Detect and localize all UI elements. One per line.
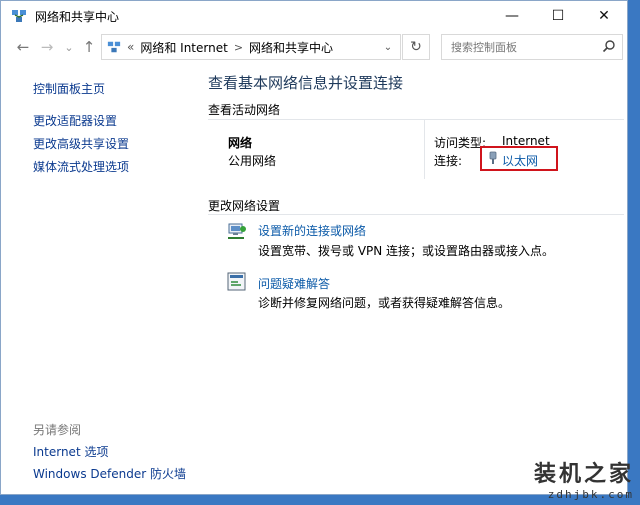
network-name: 网络 [228, 136, 253, 150]
forward-arrow-icon[interactable]: → [37, 37, 57, 57]
sidebar-link-internet-options[interactable]: Internet 选项 [33, 443, 108, 460]
search-box[interactable] [441, 34, 623, 60]
minimize-button[interactable]: — [489, 1, 535, 31]
refresh-button[interactable]: ↻ [402, 34, 430, 60]
ethernet-icon[interactable] [488, 151, 498, 165]
breadcrumb-network-sharing-center[interactable]: 网络和共享中心 [249, 39, 333, 56]
recent-locations-chevron-icon[interactable]: ⌄ [59, 37, 79, 57]
control-panel-icon [107, 41, 121, 53]
navigation-bar: ← → ⌄ ↑ « 网络和 Internet > 网络和共享中心 ⌄ ↻ [1, 33, 627, 61]
network-profile: 公用网络 [228, 154, 277, 168]
search-icon[interactable] [602, 39, 616, 53]
active-networks-label: 查看活动网络 [208, 103, 281, 117]
maximize-button[interactable]: ☐ [535, 1, 581, 31]
sidebar-link-windows-defender-firewall[interactable]: Windows Defender 防火墙 [33, 465, 186, 482]
connections-label: 连接: [434, 154, 463, 168]
see-also-label: 另请参阅 [33, 423, 82, 437]
main-content: 查看基本网络信息并设置连接 查看活动网络 网络 公用网络 访问类型: Inter… [197, 67, 627, 494]
sidebar-link-advanced-sharing-settings[interactable]: 更改高级共享设置 [33, 135, 129, 152]
new-connection-icon [228, 223, 246, 239]
access-type-label: 访问类型: [434, 136, 487, 150]
sidebar-link-media-streaming-options[interactable]: 媒体流式处理选项 [33, 158, 129, 175]
network-info-divider [424, 119, 425, 179]
sidebar: 控制面板主页 更改适配器设置 更改高级共享设置 媒体流式处理选项 另请参阅 In… [1, 67, 197, 494]
breadcrumb-network-internet[interactable]: 网络和 Internet [140, 39, 227, 56]
close-button[interactable]: ✕ [581, 1, 627, 31]
active-networks-divider [208, 119, 624, 120]
address-bar[interactable]: « 网络和 Internet > 网络和共享中心 [101, 34, 401, 60]
change-network-settings-label: 更改网络设置 [208, 199, 281, 213]
troubleshoot-icon [227, 272, 246, 291]
title-bar: 网络和共享中心 — ☐ ✕ [1, 1, 627, 31]
search-input[interactable] [449, 39, 603, 55]
setup-new-connection-description: 设置宽带、拨号或 VPN 连接；或设置路由器或接入点。 [258, 244, 555, 258]
watermark-brand: 装机之家 [533, 461, 634, 487]
sidebar-link-change-adapter-settings[interactable]: 更改适配器设置 [33, 112, 117, 129]
troubleshoot-problems-link[interactable]: 问题疑难解答 [258, 275, 330, 292]
address-dropdown-icon[interactable]: ⌄ [376, 34, 400, 60]
up-arrow-icon[interactable]: ↑ [79, 37, 99, 57]
change-settings-divider [208, 214, 624, 215]
watermark: 装机之家 zdhjbk.com [534, 456, 634, 501]
page-heading: 查看基本网络信息并设置连接 [208, 74, 404, 92]
breadcrumb-separator-icon[interactable]: > [234, 41, 243, 54]
network-sharing-center-window: 网络和共享中心 — ☐ ✕ ← → ⌄ ↑ « 网络和 Internet > 网… [0, 0, 628, 495]
troubleshoot-problems-description: 诊断并修复网络问题，或者获得疑难解答信息。 [258, 296, 511, 310]
setup-new-connection-link[interactable]: 设置新的连接或网络 [258, 222, 366, 239]
address-overflow-icon[interactable]: « [127, 40, 134, 54]
watermark-url: zdhjbk.com [547, 488, 634, 501]
sidebar-link-control-panel-home[interactable]: 控制面板主页 [33, 80, 105, 97]
caption-buttons: — ☐ ✕ [489, 1, 627, 31]
ethernet-connection-link[interactable]: 以太网 [502, 152, 538, 169]
back-arrow-icon[interactable]: ← [13, 37, 33, 57]
window-title: 网络和共享中心 [35, 9, 120, 24]
network-center-icon [12, 10, 26, 22]
